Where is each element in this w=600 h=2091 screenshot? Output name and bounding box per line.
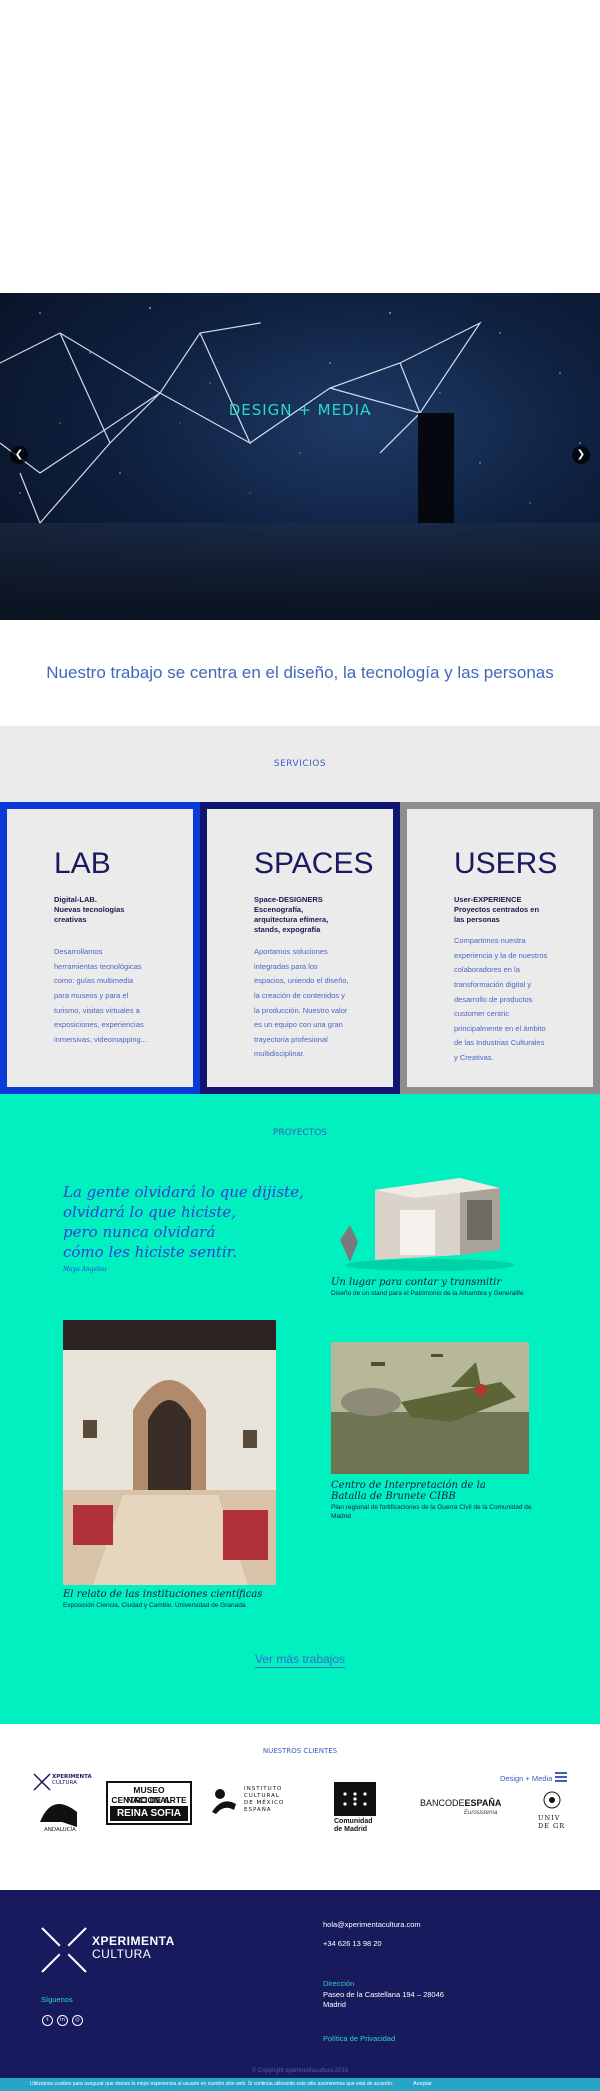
footer-brand-line1: XPERIMENTA — [92, 1934, 175, 1948]
projects-quote: La gente olvidará lo que dijiste, olvida… — [63, 1183, 304, 1261]
client-logo-universidad-granada: UNIV DE GR — [534, 1772, 600, 1842]
client-logo-banco-espana: BANCODEESPAÑA Eurosistema — [420, 1798, 502, 1816]
chevron-left-icon: ❮ — [14, 449, 24, 460]
hero-doorway — [418, 413, 454, 523]
project-title[interactable]: Centro de Interpretación de la Batalla d… — [331, 1480, 501, 1502]
client-logo-reina-sofia: MUSEO NACIONAL CENTRO DE ARTE REINA SOFI… — [106, 1772, 192, 1842]
footer-address-line1: Paseo de la Castellana 194 – 28046 — [323, 1990, 444, 1999]
services-heading: SERVICIOS — [273, 759, 327, 769]
project-subtitle: Plan regional de fortificaciones de la G… — [331, 1504, 532, 1521]
client-logo-xperimenta-andalucia: XPERIMENTA CULTURA ANDALUCÍA — [32, 1772, 92, 1842]
museum-interior-photo — [63, 1320, 276, 1585]
project-image-museum[interactable] — [63, 1320, 276, 1585]
project-title[interactable]: Un lugar para contar y transmitir — [331, 1277, 571, 1289]
client-logo-instituto-cultural-mexico: INSTITUTO CULTURAL DE MÉXICO ESPAÑA — [210, 1772, 300, 1842]
service-description: Desarrollamos herramientas tecnológicas … — [54, 947, 147, 1044]
project-image-stand[interactable] — [330, 1170, 530, 1275]
service-subtitle: User-EXPERIENCE Proyectos centrados en l… — [454, 895, 540, 925]
footer-address-line2: Madrid — [323, 2000, 346, 2009]
ugr-crest — [543, 1791, 561, 1809]
footer-email[interactable]: hola@xperimentacultura.com — [323, 1920, 421, 1929]
service-title: LAB — [54, 847, 111, 880]
footer-brand-line2: CULTURA — [92, 1947, 152, 1961]
twitter-icon[interactable]: t — [42, 2015, 53, 2026]
instagram-icon[interactable]: ◎ — [72, 2015, 83, 2026]
clients-heading: NUESTROS CLIENTES — [262, 1747, 338, 1755]
quote-author: Maya Angelou — [63, 1266, 107, 1273]
service-title: SPACES — [254, 847, 374, 880]
service-description: Aportamos soluciones integradas para los… — [254, 947, 349, 1059]
hero-next-button[interactable]: ❯ — [572, 446, 590, 464]
service-card-spaces[interactable]: SPACES Space-DESIGNERS Escenografía, arq… — [200, 802, 400, 1094]
comunidad-madrid-flag — [334, 1782, 376, 1816]
hero-prev-button[interactable]: ❮ — [10, 446, 28, 464]
service-subtitle: Space-DESIGNERS Escenografía, arquitectu… — [254, 895, 329, 935]
project-image-brunete[interactable] — [331, 1342, 529, 1474]
hero-title: DESIGN + MEDIA — [228, 401, 372, 419]
brunete-battle-painting — [331, 1342, 529, 1474]
client-logo-comunidad-madrid: Comunidad de Madrid — [334, 1772, 378, 1842]
project-title[interactable]: El relato de las instituciones científic… — [63, 1589, 323, 1601]
cookie-text: Utilizamos cookies para asegurar que dam… — [30, 2081, 394, 2087]
stand-illustration — [340, 1178, 515, 1271]
service-description: Compartimos nuestra experiencia y la de … — [454, 936, 548, 1062]
copyright: © Copyright xperimentacultura 2019 — [251, 2068, 349, 2074]
project-subtitle: Exposición Ciencia, Ciudad y Cambio. Uni… — [63, 1602, 246, 1609]
cookie-bar: Utilizamos cookies para asegurar que dam… — [0, 2078, 600, 2091]
footer-address-label: Dirección — [323, 1979, 355, 1988]
privacy-policy-link[interactable]: Política de Privacidad — [323, 2034, 395, 2043]
cookie-accept-button[interactable]: Aceptar — [413, 2081, 432, 2087]
service-subtitle: Digital-LAB. Nuevas tecnologías creativa… — [54, 895, 125, 925]
follow-label: Síguenos — [41, 1995, 73, 2004]
service-card-lab[interactable]: LAB Digital-LAB. Nuevas tecnologías crea… — [0, 802, 200, 1094]
footer-phone[interactable]: +34 626 13 98 20 — [323, 1939, 382, 1948]
hero-floor — [0, 523, 600, 620]
intro-tagline: Nuestro trabajo se centra en el diseño, … — [46, 663, 554, 682]
xperimenta-logo-mark — [41, 1927, 87, 1973]
instituto-cultural-mark — [212, 1789, 236, 1814]
chevron-right-icon: ❯ — [576, 449, 586, 460]
project-subtitle: Diseño de un stand para el Patrimonio de… — [331, 1290, 524, 1297]
linkedin-icon[interactable]: in — [57, 2015, 68, 2026]
more-projects-link[interactable]: Ver más trabajos — [0, 1652, 600, 1668]
hero-slider: DESIGN + MEDIA — [0, 293, 600, 620]
service-title: USERS — [454, 847, 558, 880]
footer: XPERIMENTA CULTURA hola@xperimentacultur… — [0, 1890, 600, 2091]
projects-heading: PROYECTOS — [272, 1128, 328, 1138]
banco-espana-wordmark: BANCODEESPAÑA — [420, 1798, 502, 1808]
service-card-users[interactable]: USERS User-EXPERIENCE Proyectos centrado… — [400, 802, 600, 1094]
